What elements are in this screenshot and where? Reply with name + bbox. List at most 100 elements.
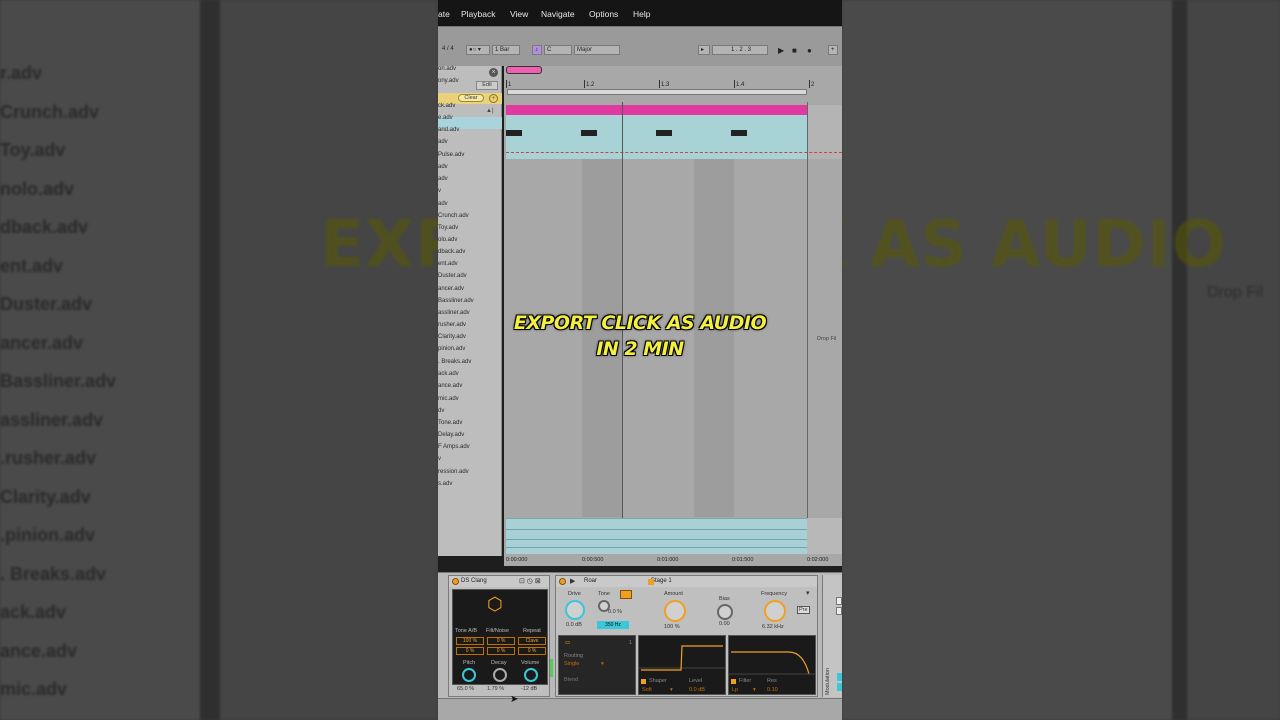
browser-file-item[interactable]: dv xyxy=(438,408,444,414)
browser-file-item[interactable]: v xyxy=(438,456,441,462)
routing-select[interactable]: Single xyxy=(564,661,579,667)
browser-file-item[interactable]: s.adv xyxy=(438,481,452,487)
drive-knob[interactable] xyxy=(565,600,585,620)
decay-knob[interactable] xyxy=(493,668,507,682)
close-icon[interactable]: × xyxy=(489,68,498,77)
menu-item-playback[interactable]: Playback xyxy=(461,9,496,19)
browser-file-item[interactable]: adv xyxy=(438,201,448,207)
metronome-button[interactable]: ●○ ▾ xyxy=(466,45,490,55)
browser-file-item[interactable]: v xyxy=(438,188,441,194)
mod-slot[interactable] xyxy=(836,607,842,615)
midi-note[interactable] xyxy=(656,130,672,136)
browser-file-item[interactable]: e.adv xyxy=(438,115,453,121)
tone-frequency[interactable]: 350 Hz xyxy=(597,621,629,629)
pre-button[interactable]: Pre xyxy=(797,606,810,614)
edit-button[interactable]: Edit xyxy=(476,81,498,90)
menu-item-help[interactable]: Help xyxy=(633,9,650,19)
browser-file-item[interactable]: Pulse.adv xyxy=(438,152,464,158)
time-signature[interactable]: 4 / 4 xyxy=(440,45,462,55)
sort-arrow-icon[interactable]: ▲| xyxy=(486,108,494,114)
record-icon[interactable]: ● xyxy=(807,46,812,55)
play-icon[interactable]: ▶ xyxy=(570,577,575,585)
device-title[interactable]: Roar Stage 1 xyxy=(556,576,817,587)
mod-slot[interactable] xyxy=(836,597,842,605)
play-icon[interactable]: ▶ xyxy=(778,46,784,55)
browser-file-item[interactable]: ony.adv xyxy=(438,78,459,84)
shaper-select[interactable]: Soft xyxy=(642,687,652,693)
bias-knob[interactable] xyxy=(717,604,733,620)
midi-note[interactable] xyxy=(731,130,747,136)
filt-noise-field[interactable]: 0 % xyxy=(487,637,515,645)
browser-file-item[interactable]: Toy.adv xyxy=(438,225,458,231)
volume-knob[interactable] xyxy=(524,668,538,682)
device-on-icon[interactable] xyxy=(559,578,566,585)
browser-file-item[interactable]: dback.adv xyxy=(438,249,465,255)
browser-file-item[interactable]: and.adv xyxy=(438,127,459,133)
frequency-knob[interactable] xyxy=(764,600,786,622)
repeat-field-2[interactable]: 0 % xyxy=(518,647,546,655)
dropdown-icon[interactable]: ▾ xyxy=(806,589,810,597)
quantize-select[interactable]: 1 Bar xyxy=(492,45,520,55)
chevron-down-icon[interactable]: ▾ xyxy=(670,687,673,693)
browser-file-item[interactable]: Tone.adv xyxy=(438,420,462,426)
clear-button[interactable]: Clear xyxy=(458,94,484,102)
menu-item-create[interactable]: ate xyxy=(438,9,450,19)
key-select[interactable]: C xyxy=(544,45,572,55)
browser-file-item[interactable]: olo.adv xyxy=(438,237,457,243)
song-position[interactable]: 1 . 2 . 3 xyxy=(712,45,768,55)
empty-track-area[interactable] xyxy=(807,518,842,554)
amount-knob[interactable] xyxy=(664,600,686,622)
scale-mode-icon[interactable]: ♪ xyxy=(532,45,542,55)
filter-on-icon[interactable] xyxy=(731,679,736,684)
tone-ab-field-2[interactable]: 0 % xyxy=(456,647,484,655)
repeat-field[interactable]: Clave xyxy=(518,637,546,645)
midi-note[interactable] xyxy=(506,130,522,136)
browser-file-item[interactable]: Crunch.adv xyxy=(438,213,469,219)
tone-ab-field[interactable]: 100 % xyxy=(456,637,484,645)
filt-noise-field-2[interactable]: 0 % xyxy=(487,647,515,655)
mod-slot-active[interactable] xyxy=(837,673,842,681)
empty-track-area[interactable] xyxy=(807,105,842,159)
browser-file-item[interactable]: ance.adv xyxy=(438,383,462,389)
midi-note[interactable] xyxy=(581,130,597,136)
mod-slot-active[interactable] xyxy=(837,683,842,691)
browser-file-item[interactable]: ack.adv xyxy=(438,371,459,377)
add-icon[interactable]: + xyxy=(828,45,838,55)
browser-file-item[interactable]: adv xyxy=(438,176,448,182)
audio-clip[interactable] xyxy=(506,518,807,554)
device-on-icon[interactable] xyxy=(452,578,459,585)
pitch-knob[interactable] xyxy=(462,668,476,682)
scale-select[interactable]: Major xyxy=(574,45,620,55)
browser-file-item[interactable]: Bassliner.adv xyxy=(438,298,474,304)
menu-item-navigate[interactable]: Navigate xyxy=(541,9,575,19)
browser-file-item[interactable]: on.adv xyxy=(438,66,456,72)
device-header-icons[interactable]: ⊡ ◷ ⊠ xyxy=(519,577,541,585)
loop-bar[interactable] xyxy=(507,89,807,95)
res-value[interactable]: 0.10 xyxy=(767,687,778,693)
stage-title[interactable]: Stage 1 xyxy=(651,576,672,587)
shaper-on-icon[interactable] xyxy=(641,679,646,684)
chevron-down-icon[interactable]: ▾ xyxy=(753,687,756,693)
follow-icon[interactable]: ▸ xyxy=(698,45,710,55)
browser-file-item[interactable]: ression.adv xyxy=(438,469,469,475)
menu-item-options[interactable]: Options xyxy=(589,9,618,19)
browser-file-item[interactable]: ck.adv xyxy=(438,103,455,109)
tone-mode-icon[interactable] xyxy=(620,590,632,599)
stop-icon[interactable]: ■ xyxy=(792,46,797,55)
menu-item-view[interactable]: View xyxy=(510,9,528,19)
loop-region[interactable] xyxy=(506,66,542,74)
browser-file-item[interactable]: F Amps.adv xyxy=(438,444,470,450)
browser-file-item[interactable]: adv xyxy=(438,164,448,170)
browser-file-item[interactable]: ancer.adv xyxy=(438,286,464,292)
chevron-down-icon[interactable]: ▾ xyxy=(601,661,604,667)
add-filter-icon[interactable]: + xyxy=(489,94,498,103)
level-value[interactable]: 0.0 dB xyxy=(689,687,705,693)
browser-file-item[interactable]: Delay.adv xyxy=(438,432,464,438)
browser-file-item[interactable]: ent.adv xyxy=(438,261,458,267)
midi-clip-header[interactable] xyxy=(506,105,807,115)
stage-on-icon[interactable] xyxy=(648,579,654,585)
browser-file-item[interactable]: adv xyxy=(438,139,448,145)
browser-file-item[interactable]: mic.adv xyxy=(438,396,459,402)
filter-select[interactable]: Lp xyxy=(732,687,738,693)
browser-file-item[interactable]: Duster.adv xyxy=(438,273,467,279)
